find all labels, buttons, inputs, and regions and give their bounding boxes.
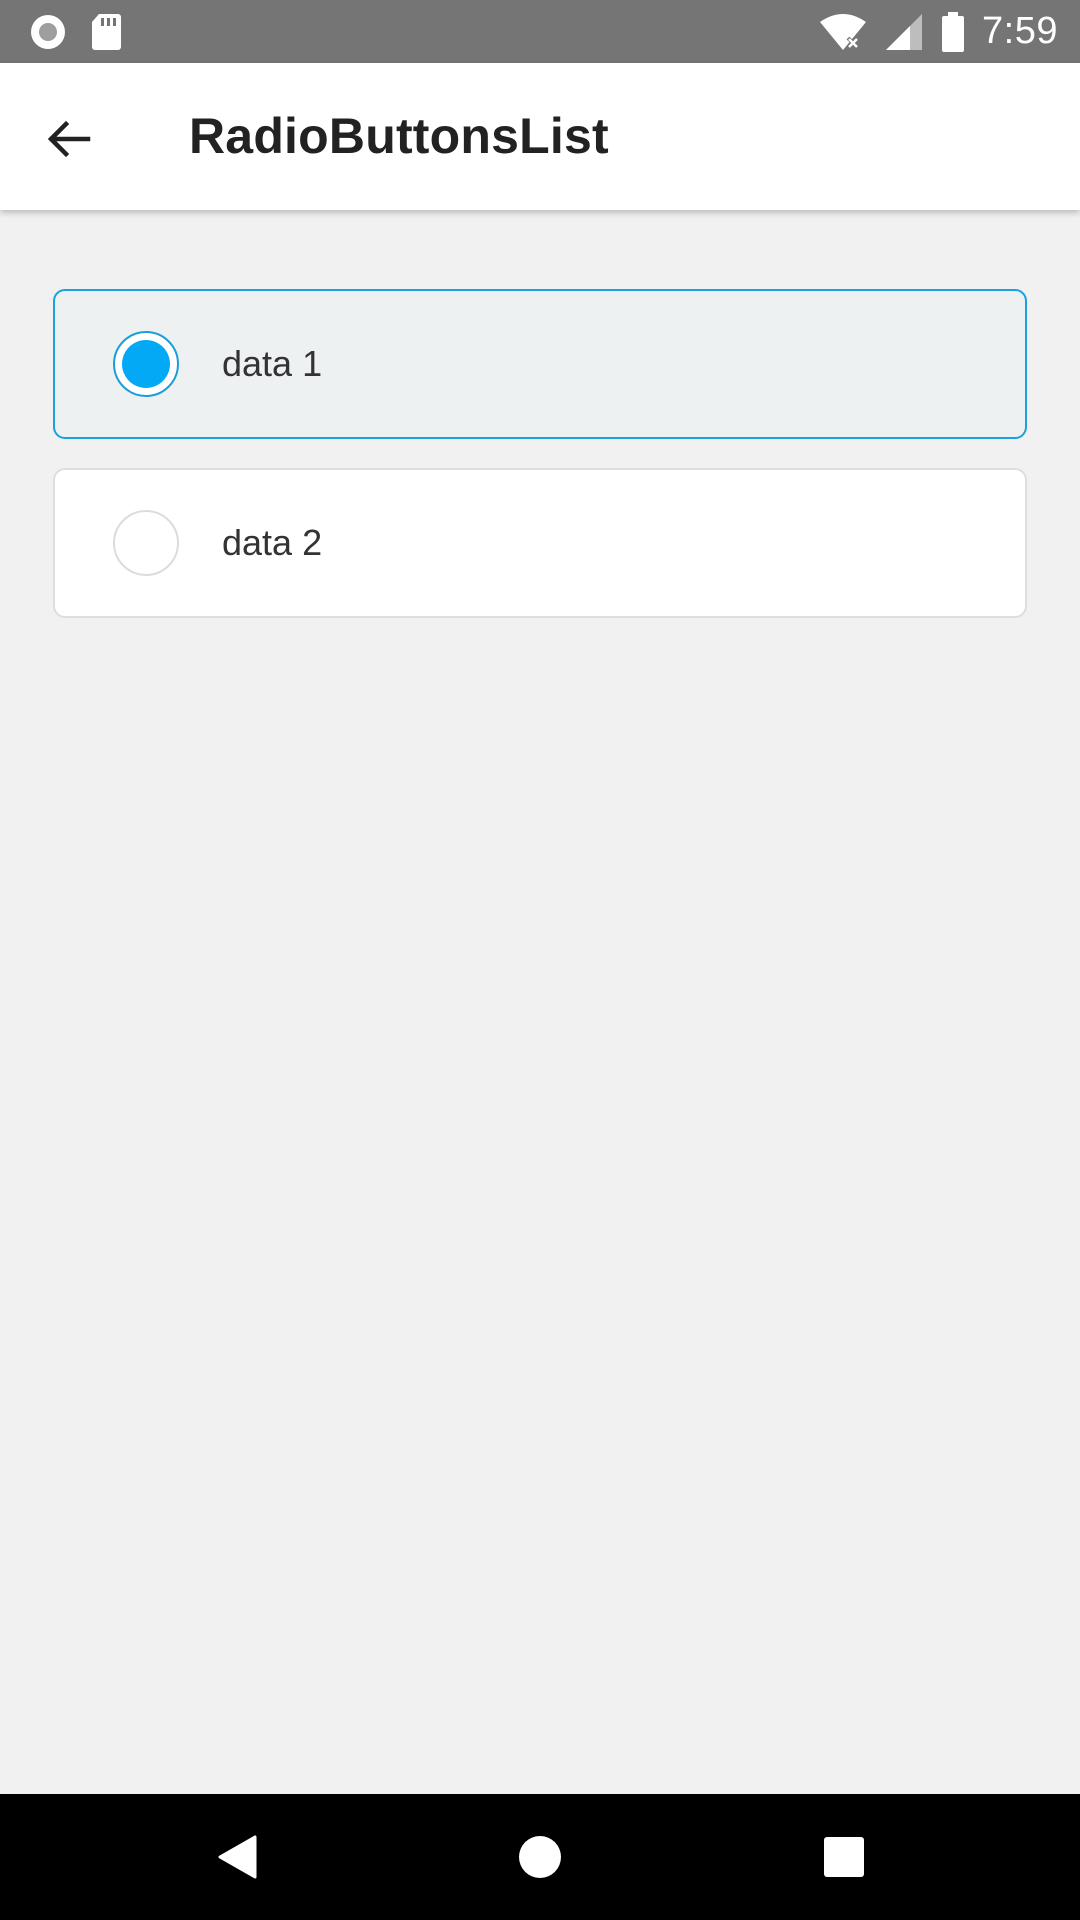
- nav-back-button[interactable]: [207, 1827, 267, 1887]
- signal-icon: [884, 12, 924, 52]
- radio-option-label: data 1: [222, 343, 323, 384]
- back-triangle-icon: [215, 1833, 259, 1881]
- status-bar: 7:59: [0, 0, 1080, 63]
- radio-button-selected[interactable]: [113, 331, 179, 397]
- radio-button-unselected[interactable]: [113, 510, 179, 576]
- home-circle-icon: [517, 1834, 563, 1880]
- status-right-icons: 7:59: [818, 0, 1058, 63]
- radio-option-data-1[interactable]: data 1: [53, 289, 1027, 439]
- app-bar: RadioButtonsList: [0, 63, 1080, 210]
- radio-option-data-2[interactable]: data 2: [53, 468, 1027, 618]
- sd-card-icon: [90, 12, 122, 52]
- screen: 7:59 RadioButtonsList data 1 data 2: [0, 0, 1080, 1920]
- back-button[interactable]: [28, 99, 108, 179]
- radio-option-label: data 2: [222, 522, 323, 563]
- nav-recents-button[interactable]: [814, 1827, 874, 1887]
- navigation-bar: [0, 1794, 1080, 1920]
- radio-selected-dot: [122, 340, 170, 388]
- status-left-icons: [28, 12, 122, 52]
- battery-icon: [940, 11, 966, 53]
- wifi-off-icon: [818, 12, 868, 52]
- arrow-back-icon: [44, 115, 92, 163]
- status-time: 7:59: [982, 10, 1058, 52]
- page-title: RadioButtonsList: [189, 108, 609, 164]
- radio-list: data 1 data 2: [53, 289, 1027, 647]
- recents-square-icon: [823, 1836, 865, 1878]
- nav-home-button[interactable]: [510, 1827, 570, 1887]
- record-icon: [28, 12, 68, 52]
